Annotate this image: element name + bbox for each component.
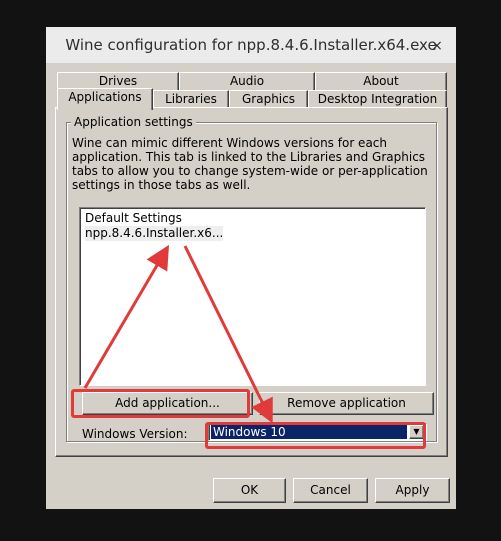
window-title: Wine configuration for npp.8.4.6.Install… (65, 36, 437, 54)
ok-button[interactable]: OK (213, 478, 286, 503)
title-bar[interactable]: Wine configuration for npp.8.4.6.Install… (46, 27, 456, 64)
application-list[interactable]: Default Settings npp.8.4.6.Installer.x6.… (79, 207, 426, 386)
add-button-highlight (71, 389, 250, 418)
remove-application-button[interactable]: Remove application (259, 392, 434, 415)
apply-button[interactable]: Apply (375, 478, 450, 503)
tab-label: Audio (229, 74, 265, 88)
cancel-button[interactable]: Cancel (293, 478, 368, 503)
close-icon[interactable]: × (426, 35, 448, 57)
windows-version-label: Windows Version: (82, 427, 188, 441)
description-text: Wine can mimic different Windows version… (72, 136, 428, 192)
tab-label: Applications (68, 90, 142, 104)
list-item-npp-installer[interactable]: npp.8.4.6.Installer.x6... (85, 226, 224, 241)
tab-label: Libraries (165, 92, 217, 106)
tab-label: Desktop Integration (317, 92, 438, 106)
windows-version-highlight (205, 422, 426, 449)
tab-audio[interactable]: Audio (179, 72, 315, 91)
tab-label: Drives (98, 74, 138, 88)
list-item-default-settings[interactable]: Default Settings (85, 211, 182, 226)
group-label: Application settings (71, 115, 196, 129)
tab-label: Graphics (242, 92, 295, 106)
tab-about[interactable]: About (315, 72, 447, 91)
tab-label: About (363, 74, 399, 88)
tab-applications[interactable]: Applications (57, 88, 153, 110)
